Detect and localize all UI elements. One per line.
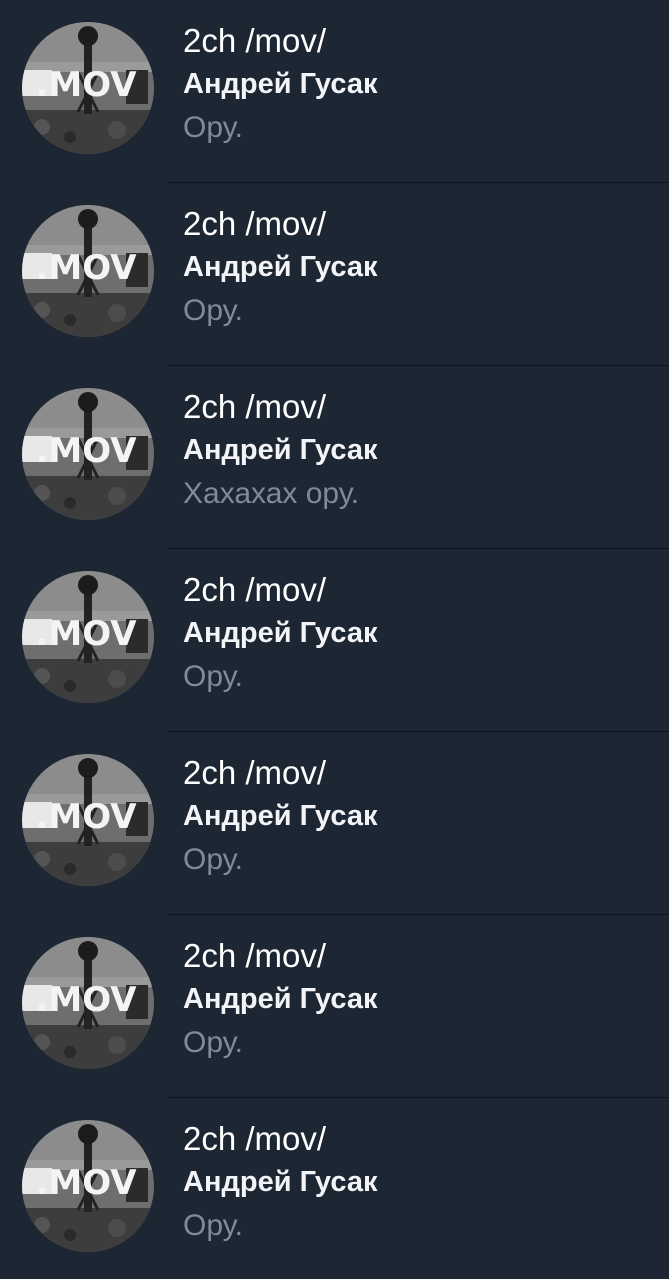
message-sender: Андрей Гусак	[183, 800, 378, 832]
mov-logo-image: .MOV	[22, 571, 154, 703]
chat-text-block: 2ch /mov/ Андрей Гусак Ору.	[183, 1118, 659, 1248]
chat-title: 2ch /mov/	[183, 754, 327, 791]
chat-text-block: 2ch /mov/ Андрей Гусак Ору.	[183, 935, 659, 1065]
chat-item[interactable]: .MOV 2ch /mov/ Андрей Гусак Ору.	[0, 183, 669, 366]
chat-item[interactable]: .MOV 2ch /mov/ Андрей Гусак Ору.	[0, 549, 669, 732]
svg-text:.MOV: .MOV	[35, 248, 137, 288]
svg-text:.MOV: .MOV	[35, 65, 137, 105]
svg-text:.MOV: .MOV	[35, 614, 137, 654]
chat-avatar[interactable]: .MOV	[22, 754, 154, 886]
chat-title: 2ch /mov/	[183, 205, 327, 242]
chat-text-block: 2ch /mov/ Андрей Гусак Ору.	[183, 569, 659, 699]
message-preview: Ору.	[183, 111, 244, 144]
message-sender: Андрей Гусак	[183, 1166, 378, 1198]
chat-text-block: 2ch /mov/ Андрей Гусак Ору.	[183, 752, 659, 882]
chat-item[interactable]: .MOV 2ch /mov/ Андрей Гусак Ору.	[0, 915, 669, 1098]
chat-avatar[interactable]: .MOV	[22, 937, 154, 1069]
mov-logo-image: .MOV	[22, 388, 154, 520]
message-preview: Ору.	[183, 1209, 244, 1242]
chat-text-block: 2ch /mov/ Андрей Гусак Ору.	[183, 203, 659, 333]
message-sender: Андрей Гусак	[183, 617, 378, 649]
chat-item[interactable]: .MOV 2ch /mov/ Андрей Гусак Хахахах ору.	[0, 366, 669, 549]
mov-logo-image: .MOV	[22, 1120, 154, 1252]
chat-avatar[interactable]: .MOV	[22, 571, 154, 703]
mov-logo-image: .MOV	[22, 937, 154, 1069]
message-sender: Андрей Гусак	[183, 983, 378, 1015]
message-preview: Ору.	[183, 294, 244, 327]
message-preview: Ору.	[183, 843, 244, 876]
chat-item[interactable]: .MOV 2ch /mov/ Андрей Гусак Ору.	[0, 0, 669, 183]
chat-avatar[interactable]: .MOV	[22, 1120, 154, 1252]
svg-text:.MOV: .MOV	[35, 797, 137, 837]
chat-avatar[interactable]: .MOV	[22, 205, 154, 337]
chat-avatar[interactable]: .MOV	[22, 22, 154, 154]
message-preview: Хахахах ору.	[183, 477, 360, 510]
mov-logo-image: .MOV	[22, 205, 154, 337]
chat-title: 2ch /mov/	[183, 571, 327, 608]
chat-item[interactable]: .MOV 2ch /mov/ Андрей Гусак Ору.	[0, 732, 669, 915]
svg-text:.MOV: .MOV	[35, 980, 137, 1020]
message-sender: Андрей Гусак	[183, 68, 378, 100]
chat-title: 2ch /mov/	[183, 22, 327, 59]
message-preview: Ору.	[183, 1026, 244, 1059]
svg-text:.MOV: .MOV	[35, 1163, 137, 1203]
chat-title: 2ch /mov/	[183, 937, 327, 974]
chat-text-block: 2ch /mov/ Андрей Гусак Хахахах ору.	[183, 386, 659, 516]
message-preview: Ору.	[183, 660, 244, 693]
chat-avatar[interactable]: .MOV	[22, 388, 154, 520]
mov-logo-image: .MOV	[22, 22, 154, 154]
svg-text:.MOV: .MOV	[35, 431, 137, 471]
chat-title: 2ch /mov/	[183, 388, 327, 425]
message-sender: Андрей Гусак	[183, 251, 378, 283]
chat-title: 2ch /mov/	[183, 1120, 327, 1157]
chat-text-block: 2ch /mov/ Андрей Гусак Ору.	[183, 20, 659, 150]
chat-list: .MOV 2ch /mov/ Андрей Гусак Ору. .MOV 2c…	[0, 0, 669, 1279]
mov-logo-image: .MOV	[22, 754, 154, 886]
chat-item[interactable]: .MOV 2ch /mov/ Андрей Гусак Ору.	[0, 1098, 669, 1279]
message-sender: Андрей Гусак	[183, 434, 378, 466]
